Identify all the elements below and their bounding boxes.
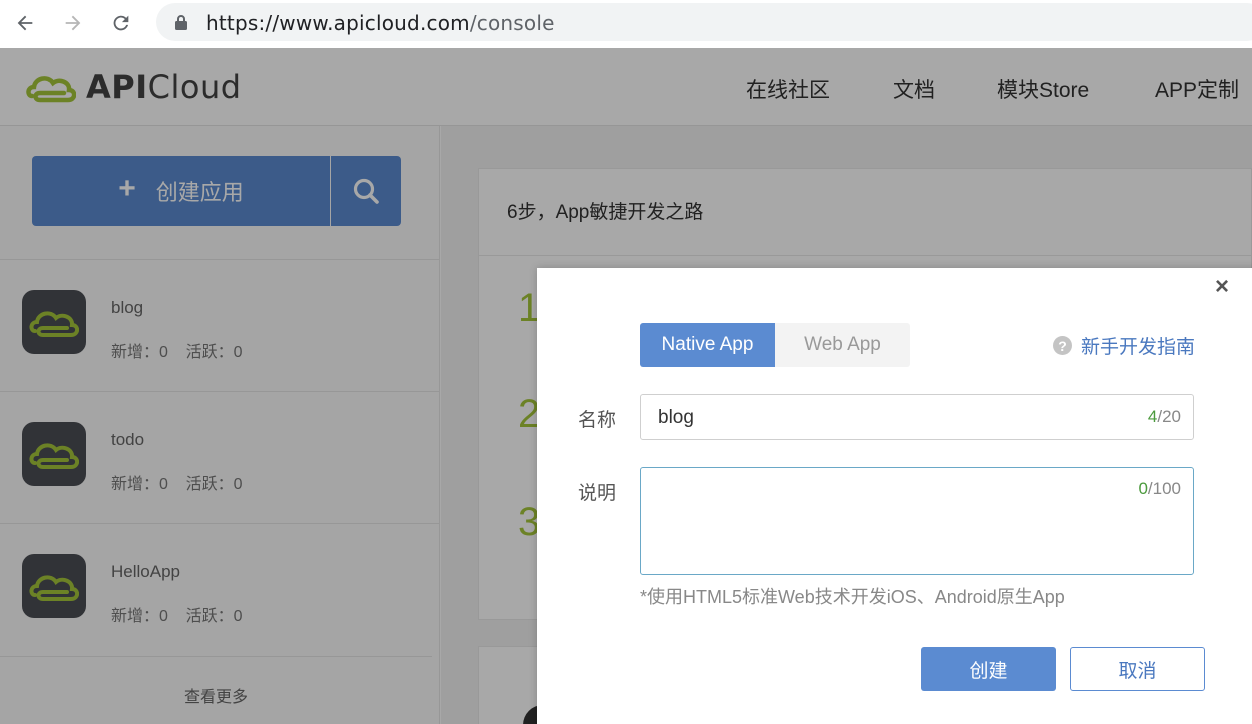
description-label: 说明 [578,483,617,504]
reload-icon[interactable] [106,8,136,38]
dev-guide-link[interactable]: ? 新手开发指南 [1053,332,1195,359]
app-name-field[interactable]: blog 4/20 [640,394,1194,440]
browser-toolbar: https://www.apicloud.com/console [0,0,1252,48]
name-char-counter: 4/20 [1147,407,1181,426]
dev-guide-label: 新手开发指南 [1081,337,1196,358]
description-char-counter: 0/100 [1138,479,1181,498]
create-app-dialog: × Native App Web App ? 新手开发指南 名称 blog 4/… [537,268,1252,724]
url-text: https://www.apicloud.com/console [206,11,555,35]
back-arrow-icon[interactable] [10,8,40,38]
name-label: 名称 [578,410,617,431]
app-name-value: blog [658,407,694,428]
app-type-tabs: Native App Web App [640,323,910,367]
cancel-button[interactable]: 取消 [1070,647,1205,691]
native-app-hint: *使用HTML5标准Web技术开发iOS、Android原生App [640,587,1065,607]
forward-arrow-icon[interactable] [58,8,88,38]
app-description-field[interactable]: 0/100 [640,467,1194,575]
question-icon: ? [1053,336,1072,355]
close-icon[interactable]: × [1215,273,1229,301]
create-button[interactable]: 创建 [921,647,1056,691]
lock-icon [175,15,187,30]
address-bar[interactable]: https://www.apicloud.com/console [156,3,1252,41]
tab-native-app[interactable]: Native App [640,323,775,367]
tab-web-app[interactable]: Web App [775,323,910,367]
